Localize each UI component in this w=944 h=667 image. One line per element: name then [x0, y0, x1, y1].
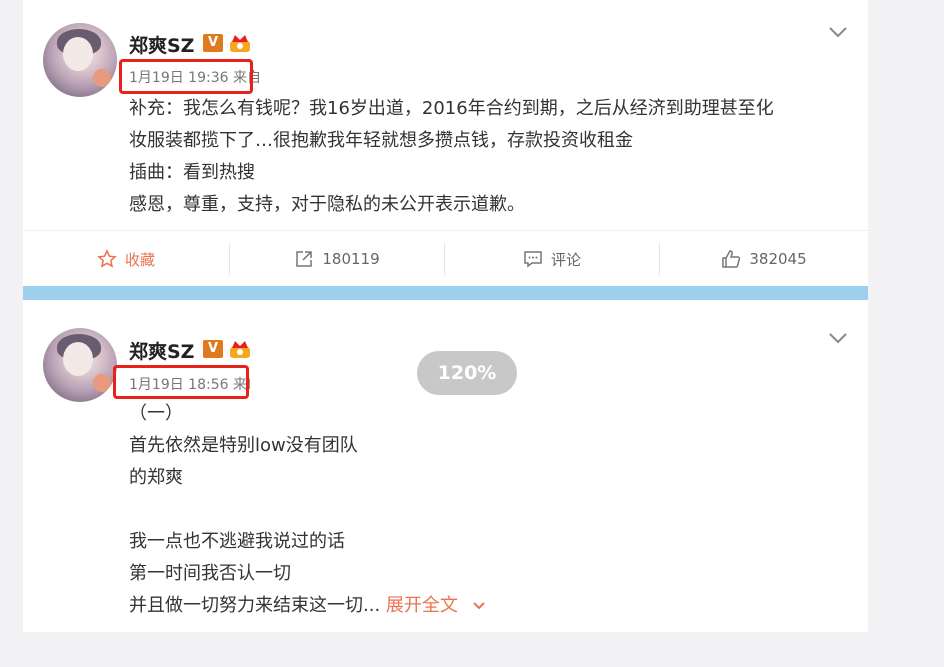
chevron-down-icon — [472, 602, 485, 610]
thumbs-up-icon — [722, 250, 741, 268]
content-line: 插曲：看到热搜 — [129, 162, 255, 183]
feed-divider — [23, 286, 868, 300]
verified-badge-icon: V — [203, 34, 223, 52]
user-avatar[interactable] — [43, 328, 117, 402]
content-line: 感恩，尊重，支持，对于隐私的未公开表示道歉。 — [129, 194, 525, 215]
post-action-bar: 收藏 180119 评论 382045 — [23, 230, 868, 287]
weibo-post-2: 郑爽SZ V 1月19日 18:56 来I （一） 首先依然是特别low没有团队… — [23, 300, 868, 632]
content-line: 补充：我怎么有钱呢？我16岁出道，2016年合约到期，之后从经济到助理甚至化 — [129, 98, 774, 119]
repost-button[interactable]: 180119 — [230, 231, 444, 287]
share-icon — [296, 251, 313, 267]
weibo-post-1: 郑爽SZ V 1月19日 19:36 来自 补充：我怎么有钱呢？我16岁出道，2… — [23, 0, 868, 286]
member-crown-icon — [230, 35, 250, 52]
username[interactable]: 郑爽SZ — [129, 337, 194, 364]
content-line: （一） — [129, 403, 183, 424]
favorite-label: 收藏 — [124, 250, 155, 269]
favorite-button[interactable]: 收藏 — [23, 231, 229, 287]
zoom-indicator: 120% — [417, 351, 517, 395]
truncated-text: 并且做一切努力来结束这一切... — [129, 595, 381, 616]
user-avatar[interactable] — [43, 23, 117, 97]
expand-label: 展开全文 — [385, 595, 458, 616]
content-line-last: 并且做一切努力来结束这一切... 展开全文 — [129, 590, 849, 622]
comment-button[interactable]: 评论 — [445, 231, 659, 287]
content-line: 我一点也不逃避我说过的话 — [129, 531, 345, 552]
content-line — [129, 494, 849, 526]
highlight-box — [113, 365, 249, 399]
expand-full-text-link[interactable]: 展开全文 — [386, 595, 486, 616]
chevron-down-icon[interactable] — [828, 332, 848, 344]
comment-icon — [524, 251, 542, 268]
post-content: （一） 首先依然是特别low没有团队 的郑爽 我一点也不逃避我说过的话 第一时间… — [129, 398, 849, 622]
star-icon — [97, 249, 117, 268]
repost-count: 180119 — [322, 250, 380, 268]
username[interactable]: 郑爽SZ — [129, 31, 194, 58]
member-crown-icon — [230, 341, 250, 358]
like-count: 382045 — [749, 250, 807, 268]
content-line: 第一时间我否认一切 — [129, 563, 291, 584]
content-line: 首先依然是特别low没有团队 — [129, 435, 358, 456]
comment-label: 评论 — [550, 250, 581, 269]
post-content: 补充：我怎么有钱呢？我16岁出道，2016年合约到期，之后从经济到助理甚至化 妆… — [129, 93, 849, 221]
content-line: 的郑爽 — [129, 467, 183, 488]
verified-badge-icon: V — [203, 340, 223, 358]
highlight-box — [119, 59, 253, 94]
content-line: 妆服装都揽下了…很抱歉我年轻就想多攒点钱，存款投资收租金 — [129, 130, 633, 151]
chevron-down-icon[interactable] — [828, 26, 848, 38]
like-button[interactable]: 382045 — [660, 231, 868, 287]
